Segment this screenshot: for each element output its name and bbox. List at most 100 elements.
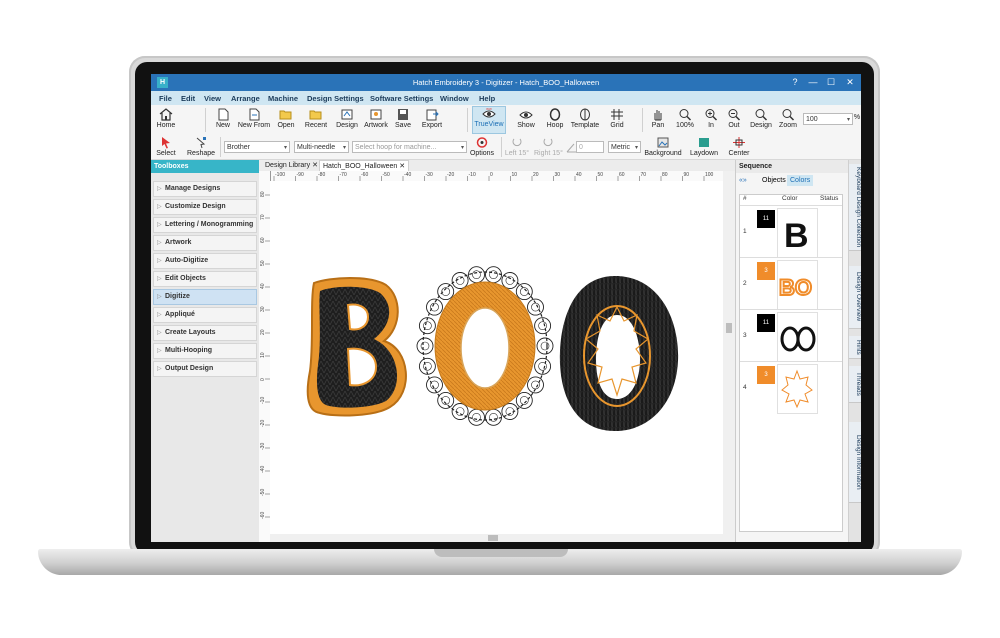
sequence-row[interactable]: 4 3 xyxy=(740,361,842,414)
home-button[interactable]: Home xyxy=(155,108,177,129)
recent-folder-icon xyxy=(309,110,322,120)
chevron-down-icon: ▾ xyxy=(342,145,346,151)
window-title: Hatch Embroidery 3 - Digitizer - Hatch_B… xyxy=(412,78,600,87)
grid-button[interactable]: Grid xyxy=(605,108,629,129)
maximize-button[interactable]: ☐ xyxy=(823,76,839,89)
hoop-button[interactable]: Hoop xyxy=(545,108,565,129)
toolbox-output-design[interactable]: ▷ Output Design xyxy=(153,361,257,377)
machine-brand-select[interactable]: Brother ▾ xyxy=(224,141,290,153)
zoom-level-select[interactable]: 100 ▾ xyxy=(803,113,853,125)
ruler-tick-label: 60 xyxy=(260,237,266,243)
export-button[interactable]: Export xyxy=(418,108,446,129)
new-from-button[interactable]: New From xyxy=(237,108,271,129)
dock-tab-keyboard-collection[interactable]: Keyboard Design Collection xyxy=(849,164,861,251)
toolbox-create-layouts[interactable]: ▷ Create Layouts xyxy=(153,325,257,341)
horizontal-scroll-thumb[interactable] xyxy=(488,535,498,541)
tab-colors[interactable]: Colors xyxy=(787,175,814,186)
vertical-scrollbar[interactable] xyxy=(723,171,735,542)
ruler-tick-label: -70 xyxy=(340,172,347,178)
options-button[interactable]: Options xyxy=(469,136,495,157)
ruler-tick-label: 30 xyxy=(555,172,561,178)
help-button[interactable]: ? xyxy=(787,76,803,89)
close-icon[interactable]: ✕ xyxy=(399,163,405,170)
menu-bar: File Edit View Arrange Machine Design Se… xyxy=(151,91,861,105)
rotate-right-button[interactable]: Right 15° xyxy=(534,136,563,157)
menu-view[interactable]: View xyxy=(204,94,221,103)
menu-software-settings[interactable]: Software Settings xyxy=(370,94,433,103)
select-button[interactable]: Select xyxy=(155,136,177,157)
units-select[interactable]: Metric ▾ xyxy=(608,141,641,153)
toolbox-lettering[interactable]: ▷ Lettering / Monogramming xyxy=(153,217,257,233)
lace-scallop xyxy=(527,376,544,394)
tab-design-library[interactable]: Design Library ✕ xyxy=(262,160,321,171)
show-button[interactable]: Show xyxy=(512,108,540,129)
menu-machine[interactable]: Machine xyxy=(268,94,298,103)
close-icon[interactable]: ✕ xyxy=(312,162,318,169)
dock-tab-design-overview[interactable]: Design Overview xyxy=(849,266,861,329)
sequence-row[interactable]: 3 11 xyxy=(740,309,842,362)
menu-edit[interactable]: Edit xyxy=(181,94,195,103)
ruler-tick-label: -40 xyxy=(404,172,411,178)
toolbox-auto-digitize[interactable]: ▷ Auto-Digitize xyxy=(153,253,257,269)
lace-scallop-inner xyxy=(455,276,465,285)
lace-scallop xyxy=(501,272,519,289)
dock-tab-threads[interactable]: Threads xyxy=(849,366,861,403)
rotation-input[interactable]: 0 xyxy=(576,141,604,153)
background-button[interactable]: Background xyxy=(643,136,683,157)
tab-objects[interactable]: Objects xyxy=(762,177,786,184)
toolbox-artwork[interactable]: ▷ Artwork xyxy=(153,235,257,251)
menu-help[interactable]: Help xyxy=(479,94,495,103)
toolbox-applique[interactable]: ▷ Appliqué xyxy=(153,307,257,323)
sequence-row[interactable]: 1 11 B xyxy=(740,205,842,258)
minimize-button[interactable]: — xyxy=(805,76,821,89)
save-button[interactable]: Save xyxy=(393,108,413,129)
toolbox-multi-hooping[interactable]: ▷ Multi-Hooping xyxy=(153,343,257,359)
object-thumbnail xyxy=(777,364,818,414)
reshape-button[interactable]: Reshape xyxy=(187,136,215,157)
reshape-icon xyxy=(196,137,206,149)
menu-window[interactable]: Window xyxy=(440,94,469,103)
zoom-button[interactable]: Zoom xyxy=(777,108,799,129)
open-button[interactable]: Open xyxy=(275,108,297,129)
ruler-tick-label: -50 xyxy=(383,172,390,178)
zoom-in-button[interactable]: In xyxy=(702,108,720,129)
design-canvas[interactable] xyxy=(270,181,723,534)
zoom-design-button[interactable]: Design xyxy=(748,108,774,129)
zoom-out-button[interactable]: Out xyxy=(725,108,743,129)
menu-arrange[interactable]: Arrange xyxy=(231,94,260,103)
trueview-button[interactable]: WW TrueView xyxy=(472,106,506,134)
ruler-tick-label: -30 xyxy=(426,172,433,178)
machine-type-select[interactable]: Multi-needle ▾ xyxy=(294,141,349,153)
horizontal-scrollbar[interactable] xyxy=(270,534,723,542)
sequence-row[interactable]: 2 3 BO xyxy=(740,257,842,310)
expand-collapse-icon[interactable]: «» xyxy=(739,177,747,184)
recent-button[interactable]: Recent xyxy=(301,108,331,129)
lace-scallop xyxy=(437,391,455,409)
close-button[interactable]: ✕ xyxy=(842,76,858,89)
ruler-tick-label: 50 xyxy=(260,260,266,266)
select-arrow-icon xyxy=(162,137,170,149)
toolbox-manage-designs[interactable]: ▷ Manage Designs xyxy=(153,181,257,197)
dock-tab-hints[interactable]: Hints xyxy=(849,336,861,359)
hoop-select[interactable]: Select hoop for machine... ▾ xyxy=(352,141,467,153)
laydown-button[interactable]: Laydown xyxy=(689,136,719,157)
toolbox-customize-design[interactable]: ▷ Customize Design xyxy=(153,199,257,215)
toolbox-edit-objects[interactable]: ▷ Edit Objects xyxy=(153,271,257,287)
lace-scallop xyxy=(515,391,533,409)
rotate-left-button[interactable]: Left 15° xyxy=(504,136,530,157)
dock-tab-design-information[interactable]: Design Information xyxy=(849,422,861,503)
pan-button[interactable]: Pan xyxy=(648,108,668,129)
center-button[interactable]: Center xyxy=(726,136,752,157)
toolbox-digitize[interactable]: ▷ Digitize xyxy=(153,289,257,305)
menu-file[interactable]: File xyxy=(159,94,172,103)
new-document-icon xyxy=(218,108,229,121)
zoom-100-button[interactable]: 100% xyxy=(674,108,696,129)
design-button[interactable]: Design xyxy=(335,108,359,129)
template-button[interactable]: Template xyxy=(569,108,601,129)
lace-scallop xyxy=(485,408,502,426)
lace-scallop-inner xyxy=(430,380,439,390)
vertical-scroll-thumb[interactable] xyxy=(726,323,732,333)
artwork-button[interactable]: Artwork xyxy=(362,108,390,129)
new-button[interactable]: New xyxy=(213,108,233,129)
menu-design-settings[interactable]: Design Settings xyxy=(307,94,364,103)
